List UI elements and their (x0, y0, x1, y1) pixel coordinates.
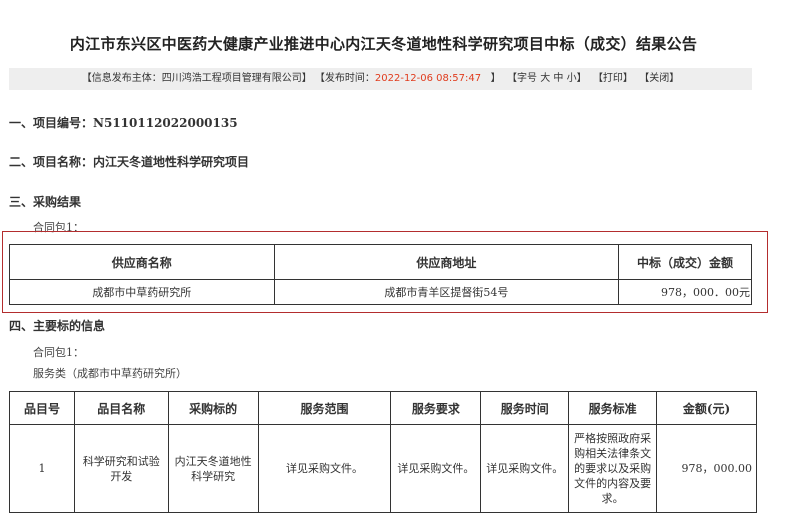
section-project-number: 一、项目编号：N5110112022000135 (9, 114, 238, 131)
print-link[interactable]: 【打印】 (593, 73, 633, 84)
project-number-value: N5110112022000135 (93, 116, 238, 130)
items-header-scope: 服务范围 (257, 391, 392, 425)
font-size-close: 】 (576, 73, 587, 84)
table-row: 成都市中草药研究所 成都市青羊区提督街54号 978，000．00元 (9, 279, 752, 305)
table-row: 1 科学研究和试验开发 内江天冬道地性科学研究 详见采购文件。 详见采购文件。 … (9, 424, 757, 513)
items-header-amount: 金额(元) (656, 391, 757, 425)
supplier-name-cell: 成都市中草药研究所 (9, 279, 275, 305)
items-category-label: 服务类（成都市中草药研究所） (33, 367, 187, 380)
publish-time-close: 】 (490, 73, 501, 84)
items-table: 品目号 品目名称 采购标的 服务范围 服务要求 服务时间 服务标准 金额(元) … (9, 391, 757, 513)
item-time-cell: 详见采购文件。 (480, 424, 570, 513)
publish-time-label: 【发布时间： (314, 73, 375, 84)
supplier-address-cell: 成都市青羊区提督街54号 (273, 279, 620, 305)
item-amount-cell: 978，000.00 (656, 424, 757, 513)
items-header-name: 品目名称 (73, 391, 169, 425)
items-header-time: 服务时间 (480, 391, 570, 425)
project-number-label: 一、项目编号： (9, 116, 94, 130)
item-name-cell: 科学研究和试验开发 (73, 424, 169, 513)
section-project-name: 二、项目名称：内江天冬道地性科学研究项目 (9, 155, 250, 169)
font-size-big-link[interactable]: 大 (540, 73, 550, 84)
items-header-standard: 服务标准 (568, 391, 658, 425)
font-size-small-link[interactable]: 小 (567, 73, 577, 84)
font-size-mid-link[interactable]: 中 (553, 73, 563, 84)
close-link[interactable]: 【关闭】 (639, 73, 679, 84)
info-bar: 【信息发布主体：四川鸿浩工程项目管理有限公司】 【发布时间：2022-12-06… (9, 68, 752, 90)
result-table-header: 供应商名称 供应商地址 中标（成交）金额 (9, 244, 752, 280)
item-requirements-cell: 详见采购文件。 (390, 424, 482, 513)
result-header-supplier-name: 供应商名称 (9, 244, 275, 280)
item-scope-cell: 详见采购文件。 (257, 424, 392, 513)
items-header-number: 品目号 (9, 391, 75, 425)
publisher-label: 【信息发布主体：四川鸿浩工程项目管理有限公司】 (81, 73, 312, 84)
page-title: 内江市东兴区中医药大健康产业推进中心内江天冬道地性科学研究项目中标（成交）结果公… (69, 35, 698, 53)
section-procurement-result: 三、采购结果 (9, 195, 82, 209)
result-header-supplier-address: 供应商地址 (273, 244, 620, 280)
amount-cell: 978，000．00元 (618, 279, 752, 305)
item-target-cell: 内江天冬道地性科学研究 (167, 424, 259, 513)
publish-time-value: 2022-12-06 08:57:47 (374, 73, 482, 84)
item-standard-cell: 严格按照政府采购相关法律条文的要求以及采购文件的内容及要求。 (568, 424, 658, 513)
result-table: 供应商名称 供应商地址 中标（成交）金额 成都市中草药研究所 成都市青羊区提督街… (9, 244, 752, 305)
item-number-cell: 1 (9, 424, 75, 513)
section-main-items: 四、主要标的信息 (9, 319, 106, 333)
items-header-requirements: 服务要求 (390, 391, 482, 425)
items-header-target: 采购标的 (167, 391, 259, 425)
items-package-label: 合同包1： (33, 346, 84, 359)
font-size-label: 【字号 (507, 73, 538, 84)
result-header-amount: 中标（成交）金额 (618, 244, 752, 280)
items-table-header: 品目号 品目名称 采购标的 服务范围 服务要求 服务时间 服务标准 金额(元) (9, 391, 757, 425)
